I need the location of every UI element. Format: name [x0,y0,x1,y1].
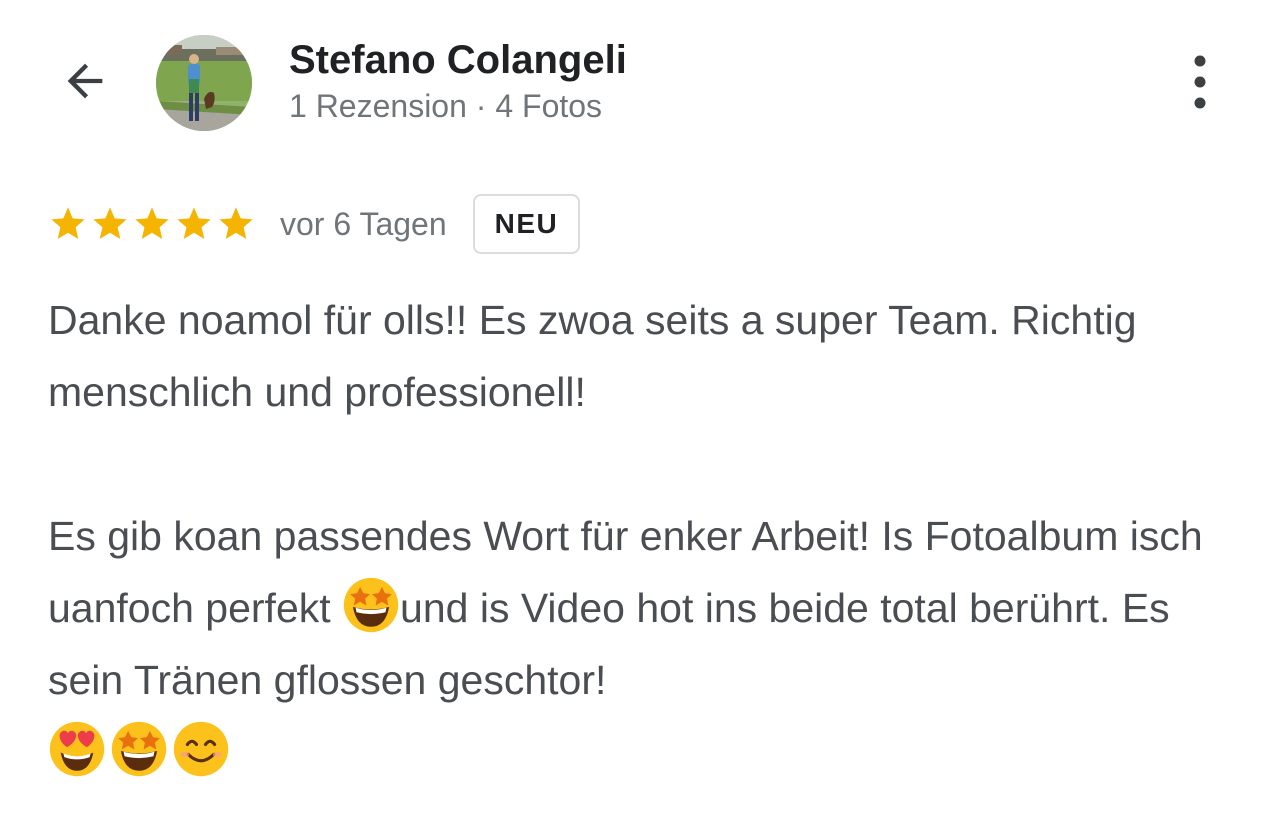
review-date: vor 6 Tagen [280,205,447,242]
star-icon [90,204,130,244]
more-vert-icon [1190,53,1210,114]
new-badge: NEU [472,194,581,254]
more-options-button[interactable] [1172,52,1228,114]
back-button[interactable] [52,50,118,116]
star-struck-emoji [110,720,168,778]
smiling-face-emoji [172,720,230,778]
star-icon [216,204,256,244]
review-paragraph-1: Danke noamol für olls!! Es zwoa seits a … [48,297,1137,415]
avatar[interactable] [156,35,252,131]
star-struck-emoji [342,576,400,634]
rating-row: vor 6 Tagen NEU [48,192,581,256]
reviewer-name[interactable]: Stefano Colangeli [289,38,627,83]
arrow-back-icon [59,55,111,112]
avatar-photo [156,35,252,131]
star-icon [174,204,214,244]
star-icon [132,204,172,244]
star-rating [48,204,256,244]
review-text: Danke noamol für olls!! Es zwoa seits a … [48,284,1248,788]
star-icon [48,204,88,244]
emoji-row [48,716,1248,788]
heart-eyes-emoji [48,720,106,778]
reviewer-meta: 1 Rezension · 4 Fotos [289,88,603,124]
review-paragraph-2: Es gib koan passendes Wort für enker Arb… [48,500,1248,716]
